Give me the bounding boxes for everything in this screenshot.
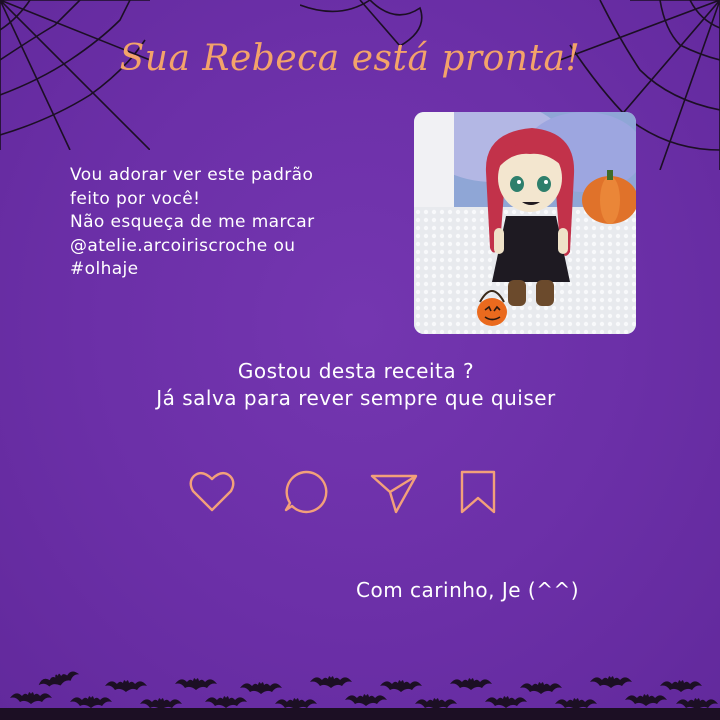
post-canvas: Sua Rebeca está pronta! Vou adorar ver e… — [0, 0, 720, 720]
doll-photo — [414, 112, 636, 334]
action-bar — [0, 466, 720, 522]
message-line: feito por você! — [70, 188, 201, 209]
message-line: Não esqueça de me marcar — [70, 212, 315, 232]
send-icon[interactable] — [368, 466, 420, 518]
bats-border-icon — [0, 668, 720, 720]
question-line: Já salva para rever sempre que quiser — [156, 386, 556, 410]
message-line: @atelie.arcoiriscroche ou — [70, 235, 296, 256]
question-line: Gostou desta receita ? — [237, 359, 475, 383]
page-title: Sua Rebeca está pronta! — [119, 38, 581, 79]
heart-icon[interactable] — [186, 466, 238, 518]
comment-icon[interactable] — [280, 466, 332, 518]
bookmark-icon[interactable] — [452, 466, 504, 518]
signature-text: Com carinho, Je (^^) — [356, 578, 580, 602]
message-line: Vou adorar ver este padrão — [70, 165, 314, 185]
message-text: Vou adorar ver este padrão feito por voc… — [70, 164, 390, 282]
call-to-action-text: Gostou desta receita ? Já salva para rev… — [0, 358, 712, 412]
message-line: #olhaje — [70, 259, 139, 279]
